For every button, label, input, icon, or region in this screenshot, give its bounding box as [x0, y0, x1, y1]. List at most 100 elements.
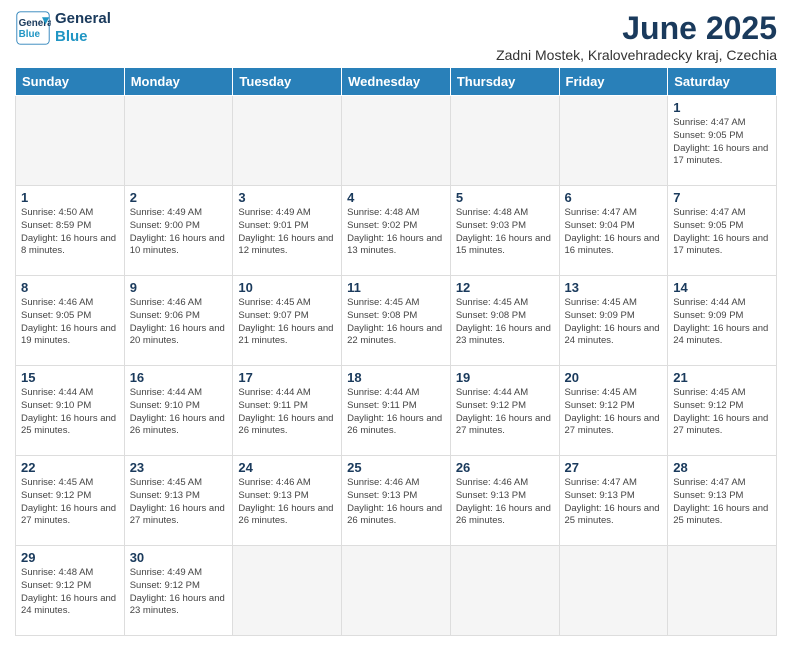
cal-cell-empty: [559, 546, 668, 636]
cell-sun-info: Sunrise: 4:48 AMSunset: 9:12 PMDaylight:…: [21, 567, 119, 618]
day-header-tuesday: Tuesday: [233, 68, 342, 96]
day-number: 19: [456, 370, 554, 385]
cell-sun-info: Sunrise: 4:49 AMSunset: 9:12 PMDaylight:…: [130, 567, 228, 618]
day-header-thursday: Thursday: [450, 68, 559, 96]
cell-sun-info: Sunrise: 4:47 AMSunset: 9:04 PMDaylight:…: [565, 207, 663, 258]
day-number: 11: [347, 280, 445, 295]
cell-sun-info: Sunrise: 4:46 AMSunset: 9:13 PMDaylight:…: [238, 477, 336, 528]
cal-cell-empty: [233, 96, 342, 186]
day-number: 16: [130, 370, 228, 385]
day-number: 1: [21, 190, 119, 205]
day-header-monday: Monday: [124, 68, 233, 96]
day-number: 10: [238, 280, 336, 295]
day-number: 22: [21, 460, 119, 475]
day-number: 18: [347, 370, 445, 385]
subtitle: Zadni Mostek, Kralovehradecky kraj, Czec…: [496, 47, 777, 63]
day-number: 6: [565, 190, 663, 205]
cell-sun-info: Sunrise: 4:48 AMSunset: 9:03 PMDaylight:…: [456, 207, 554, 258]
cell-sun-info: Sunrise: 4:45 AMSunset: 9:09 PMDaylight:…: [565, 297, 663, 348]
cal-cell-13: 13 Sunrise: 4:45 AMSunset: 9:09 PMDayligh…: [559, 276, 668, 366]
cal-cell-29: 29 Sunrise: 4:48 AMSunset: 9:12 PMDayligh…: [16, 546, 125, 636]
week-row-4: 15 Sunrise: 4:44 AMSunset: 9:10 PMDayligh…: [16, 366, 777, 456]
cal-cell-18: 18 Sunrise: 4:44 AMSunset: 9:11 PMDayligh…: [342, 366, 451, 456]
cal-cell-10: 10 Sunrise: 4:45 AMSunset: 9:07 PMDayligh…: [233, 276, 342, 366]
cal-cell-19: 19Sunrise: 4:44 AMSunset: 9:12 PMDayligh…: [450, 366, 559, 456]
cell-sun-info: Sunrise: 4:50 AMSunset: 8:59 PMDaylight:…: [21, 207, 119, 258]
cal-cell-1: 1 Sunrise: 4:50 AMSunset: 8:59 PMDaylight…: [16, 186, 125, 276]
week-row-2: 1 Sunrise: 4:50 AMSunset: 8:59 PMDaylight…: [16, 186, 777, 276]
week-row-6: 29 Sunrise: 4:48 AMSunset: 9:12 PMDayligh…: [16, 546, 777, 636]
day-number: 4: [347, 190, 445, 205]
cell-sun-info: Sunrise: 4:45 AMSunset: 9:08 PMDaylight:…: [456, 297, 554, 348]
cell-sun-info: Sunrise: 4:45 AMSunset: 9:12 PMDaylight:…: [21, 477, 119, 528]
logo-text: General Blue: [55, 10, 111, 46]
cal-cell-23: 23Sunrise: 4:45 AMSunset: 9:13 PMDayligh…: [124, 456, 233, 546]
cell-sun-info: Sunrise: 4:46 AMSunset: 9:13 PMDaylight:…: [347, 477, 445, 528]
cal-cell-empty: [450, 96, 559, 186]
cell-sun-info: Sunrise: 4:49 AMSunset: 9:00 PMDaylight:…: [130, 207, 228, 258]
cal-cell-empty: [559, 96, 668, 186]
cal-cell-8: 8 Sunrise: 4:46 AMSunset: 9:05 PMDaylight…: [16, 276, 125, 366]
day-number: 1: [673, 100, 771, 115]
cal-cell-25: 25Sunrise: 4:46 AMSunset: 9:13 PMDayligh…: [342, 456, 451, 546]
day-number: 21: [673, 370, 771, 385]
cal-cell-empty: [16, 96, 125, 186]
logo-icon: General Blue: [15, 10, 51, 46]
cell-sun-info: Sunrise: 4:44 AMSunset: 9:09 PMDaylight:…: [673, 297, 771, 348]
cell-sun-info: Sunrise: 4:47 AMSunset: 9:05 PMDaylight:…: [673, 117, 771, 168]
week-row-1: 1 Sunrise: 4:47 AMSunset: 9:05 PMDaylight…: [16, 96, 777, 186]
day-number: 8: [21, 280, 119, 295]
cal-cell-21: 21 Sunrise: 4:45 AMSunset: 9:12 PMDayligh…: [668, 366, 777, 456]
week-row-5: 22 Sunrise: 4:45 AMSunset: 9:12 PMDayligh…: [16, 456, 777, 546]
day-number: 2: [130, 190, 228, 205]
cell-sun-info: Sunrise: 4:46 AMSunset: 9:05 PMDaylight:…: [21, 297, 119, 348]
day-number: 29: [21, 550, 119, 565]
cell-sun-info: Sunrise: 4:46 AMSunset: 9:13 PMDaylight:…: [456, 477, 554, 528]
cal-cell-24: 24Sunrise: 4:46 AMSunset: 9:13 PMDayligh…: [233, 456, 342, 546]
cell-sun-info: Sunrise: 4:45 AMSunset: 9:08 PMDaylight:…: [347, 297, 445, 348]
cal-cell-14: 14Sunrise: 4:44 AMSunset: 9:09 PMDayligh…: [668, 276, 777, 366]
cal-cell-22: 22 Sunrise: 4:45 AMSunset: 9:12 PMDayligh…: [16, 456, 125, 546]
cell-sun-info: Sunrise: 4:49 AMSunset: 9:01 PMDaylight:…: [238, 207, 336, 258]
day-header-friday: Friday: [559, 68, 668, 96]
day-number: 20: [565, 370, 663, 385]
cal-cell-empty: [342, 546, 451, 636]
cell-sun-info: Sunrise: 4:47 AMSunset: 9:13 PMDaylight:…: [673, 477, 771, 528]
cell-sun-info: Sunrise: 4:44 AMSunset: 9:10 PMDaylight:…: [21, 387, 119, 438]
cal-cell-17: 17Sunrise: 4:44 AMSunset: 9:11 PMDayligh…: [233, 366, 342, 456]
day-number: 28: [673, 460, 771, 475]
cal-cell-11: 11 Sunrise: 4:45 AMSunset: 9:08 PMDayligh…: [342, 276, 451, 366]
day-number: 26: [456, 460, 554, 475]
cal-cell-27: 27Sunrise: 4:47 AMSunset: 9:13 PMDayligh…: [559, 456, 668, 546]
svg-text:Blue: Blue: [19, 29, 41, 40]
cal-cell-26: 26 Sunrise: 4:46 AMSunset: 9:13 PMDayligh…: [450, 456, 559, 546]
cell-sun-info: Sunrise: 4:47 AMSunset: 9:05 PMDaylight:…: [673, 207, 771, 258]
day-header-sunday: Sunday: [16, 68, 125, 96]
calendar-table: SundayMondayTuesdayWednesdayThursdayFrid…: [15, 67, 777, 636]
cal-cell-2: 2 Sunrise: 4:49 AMSunset: 9:00 PMDaylight…: [124, 186, 233, 276]
cell-sun-info: Sunrise: 4:44 AMSunset: 9:11 PMDaylight:…: [347, 387, 445, 438]
cal-cell-5: 5 Sunrise: 4:48 AMSunset: 9:03 PMDaylight…: [450, 186, 559, 276]
cell-sun-info: Sunrise: 4:44 AMSunset: 9:11 PMDaylight:…: [238, 387, 336, 438]
cal-cell-28: 28 Sunrise: 4:47 AMSunset: 9:13 PMDayligh…: [668, 456, 777, 546]
day-number: 13: [565, 280, 663, 295]
cal-cell-16: 16Sunrise: 4:44 AMSunset: 9:10 PMDayligh…: [124, 366, 233, 456]
day-number: 9: [130, 280, 228, 295]
day-number: 23: [130, 460, 228, 475]
cell-sun-info: Sunrise: 4:45 AMSunset: 9:07 PMDaylight:…: [238, 297, 336, 348]
day-number: 7: [673, 190, 771, 205]
cal-cell-15: 15 Sunrise: 4:44 AMSunset: 9:10 PMDayligh…: [16, 366, 125, 456]
day-header-row: SundayMondayTuesdayWednesdayThursdayFrid…: [16, 68, 777, 96]
cal-cell-9: 9Sunrise: 4:46 AMSunset: 9:06 PMDaylight…: [124, 276, 233, 366]
cell-sun-info: Sunrise: 4:47 AMSunset: 9:13 PMDaylight:…: [565, 477, 663, 528]
logo: General Blue General Blue: [15, 10, 111, 46]
day-number: 12: [456, 280, 554, 295]
day-number: 15: [21, 370, 119, 385]
day-number: 3: [238, 190, 336, 205]
cell-sun-info: Sunrise: 4:45 AMSunset: 9:12 PMDaylight:…: [673, 387, 771, 438]
header: General Blue General Blue June 2025 Zadn…: [15, 10, 777, 63]
day-number: 5: [456, 190, 554, 205]
cal-cell-1: 1 Sunrise: 4:47 AMSunset: 9:05 PMDaylight…: [668, 96, 777, 186]
title-area: June 2025 Zadni Mostek, Kralovehradecky …: [496, 10, 777, 63]
day-number: 30: [130, 550, 228, 565]
